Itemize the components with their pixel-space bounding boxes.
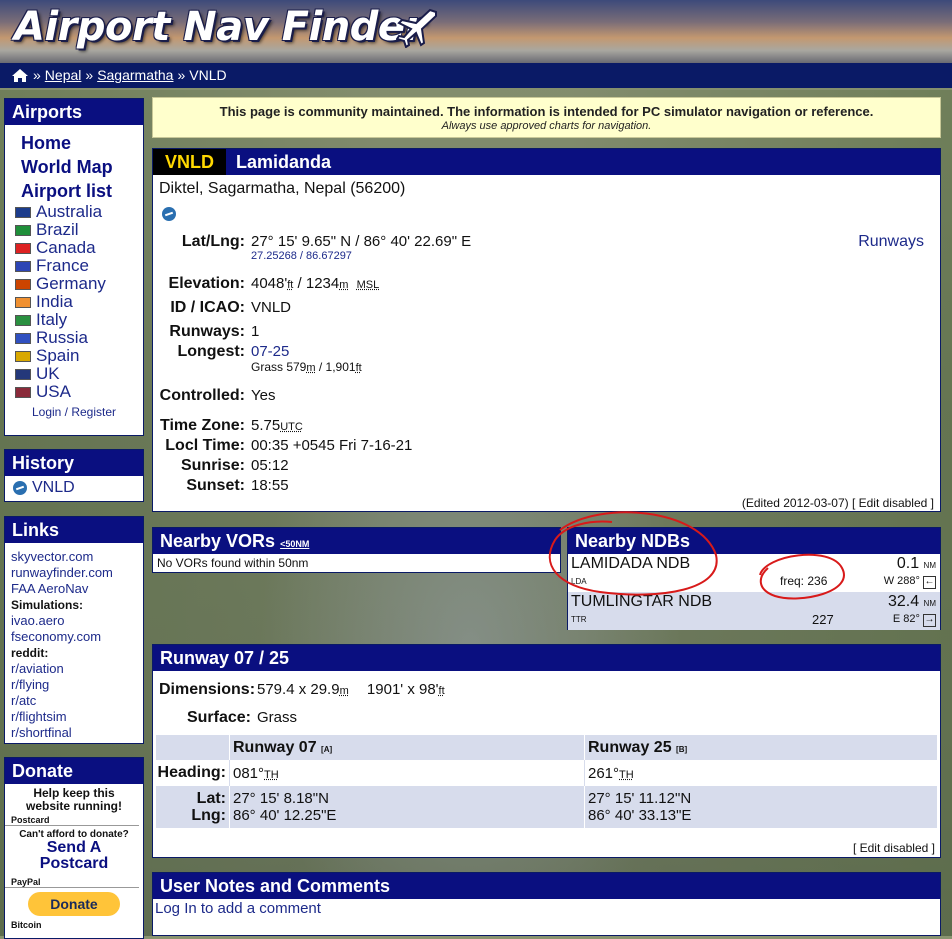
red-annotation-circles <box>548 511 845 600</box>
